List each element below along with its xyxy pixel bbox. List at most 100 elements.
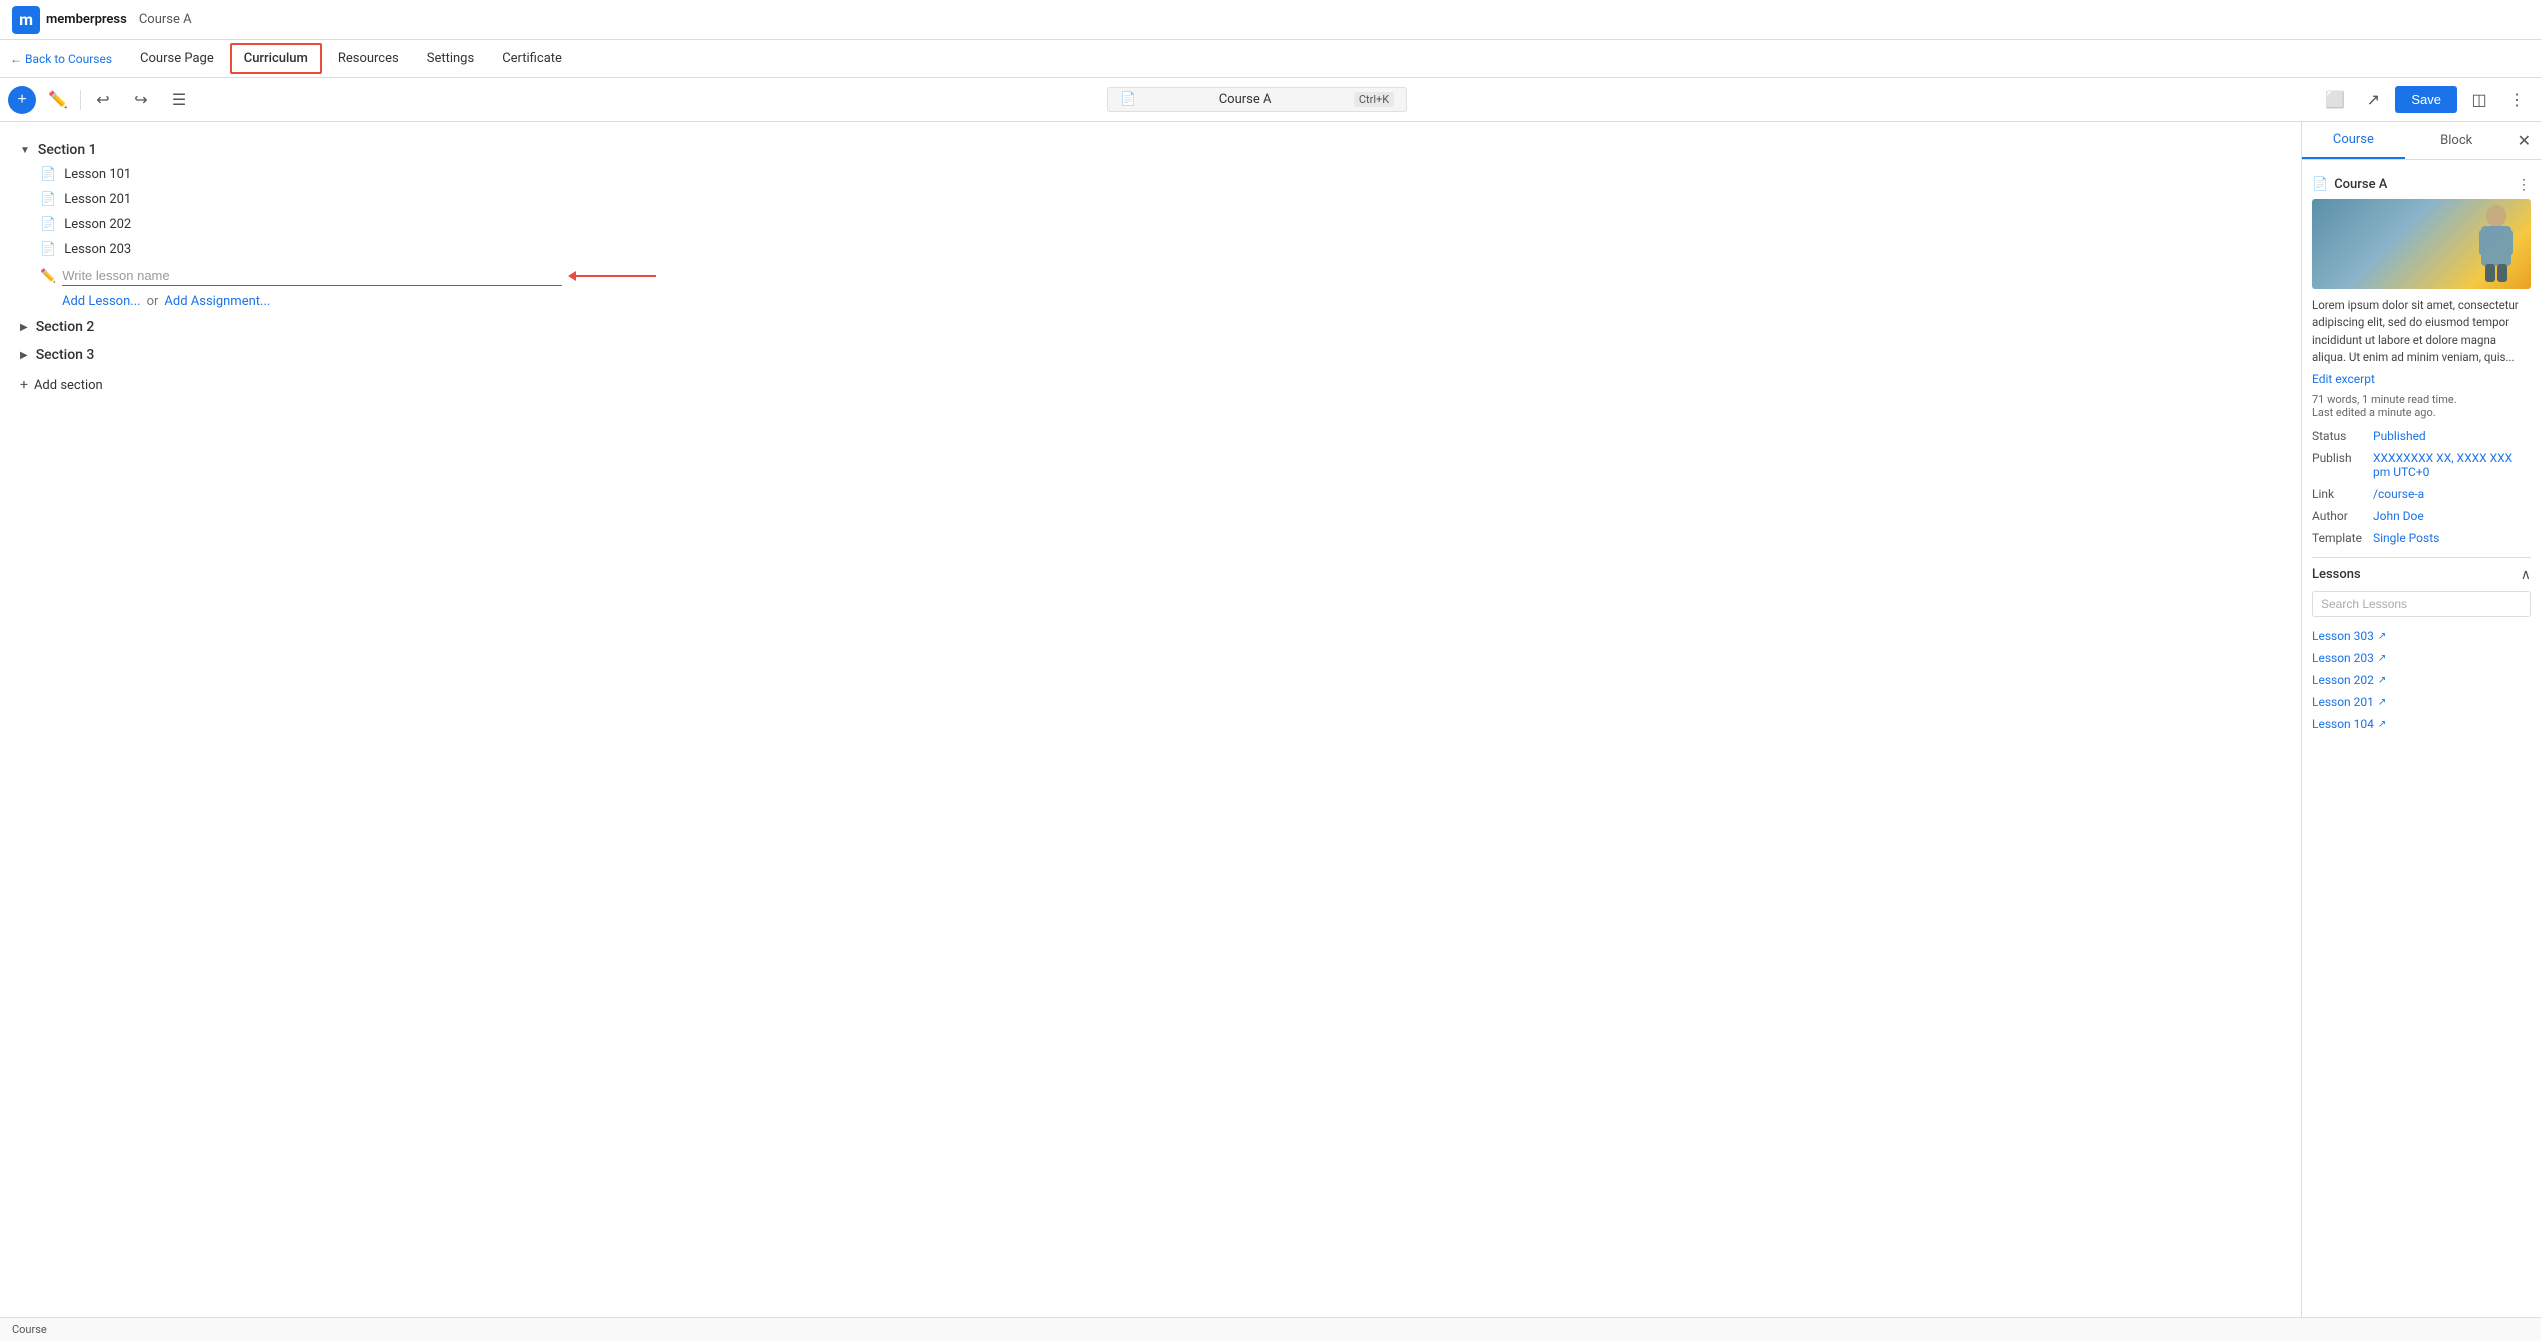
course-description: Lorem ipsum dolor sit amet, consectetur …	[2312, 297, 2531, 366]
section-1-header[interactable]: ▼ Section 1	[20, 138, 2281, 162]
lesson-doc-icon-201: 📄	[40, 192, 56, 207]
panel-tab-course[interactable]: Course	[2302, 122, 2405, 159]
course-title-field[interactable]: 📄 Course A Ctrl+K	[1107, 87, 1407, 112]
external-link-icon-201: ↗	[2378, 697, 2386, 708]
undo-button[interactable]: ↩	[87, 84, 119, 116]
meta-link: Link /course-a	[2312, 483, 2531, 505]
course-menu-button[interactable]: ⋮	[2517, 176, 2531, 193]
link-label: Link	[2312, 487, 2367, 501]
lesson-item-203[interactable]: 📄 Lesson 203	[40, 237, 2281, 262]
curriculum-area: ▼ Section 1 📄 Lesson 101 📄 Lesson 201 📄 …	[0, 122, 2301, 1317]
add-section-row[interactable]: + Add section	[20, 369, 2281, 401]
lesson-list-item-203b[interactable]: Lesson 203 ↗	[2312, 647, 2531, 669]
pencil-icon: ✏️	[40, 269, 56, 284]
section-2[interactable]: ▶ Section 2	[20, 313, 2281, 341]
external-link-icon-203: ↗	[2378, 653, 2386, 664]
lesson-list-item-202b[interactable]: Lesson 202 ↗	[2312, 669, 2531, 691]
status-value: Published	[2373, 429, 2426, 443]
logo-area: m memberpress Course A	[12, 6, 192, 34]
redo-button[interactable]: ↪	[125, 84, 157, 116]
more-options-button[interactable]: ⋮	[2501, 84, 2533, 116]
editor-toolbar: + ✏️ ↩ ↪ ☰ 📄 Course A Ctrl+K ⬜ ↗ Save ◫ …	[0, 78, 2541, 122]
meta-author: Author John Doe	[2312, 505, 2531, 527]
template-label: Template	[2312, 531, 2367, 545]
section-1: ▼ Section 1 📄 Lesson 101 📄 Lesson 201 📄 …	[20, 138, 2281, 313]
doc-icon: 📄	[1120, 92, 1136, 107]
lesson-item-202[interactable]: 📄 Lesson 202	[40, 212, 2281, 237]
lesson-104-label: Lesson 104	[2312, 717, 2374, 731]
lesson-201b-label: Lesson 201	[2312, 695, 2374, 709]
author-value[interactable]: John Doe	[2373, 509, 2424, 523]
lesson-list-item-104[interactable]: Lesson 104 ↗	[2312, 713, 2531, 735]
section-2-label: Section 2	[36, 319, 95, 335]
lessons-title: Lessons	[2312, 567, 2361, 582]
lessons-section: Lessons ∧ Lesson 303 ↗ Lesson 203 ↗ Less…	[2312, 557, 2531, 735]
tab-curriculum[interactable]: Curriculum	[230, 43, 322, 74]
course-doc-icon: 📄	[2312, 177, 2328, 192]
meta-status: Status Published	[2312, 425, 2531, 447]
add-assignment-link[interactable]: Add Assignment...	[164, 294, 270, 309]
lesson-list-item-303[interactable]: Lesson 303 ↗	[2312, 625, 2531, 647]
save-button[interactable]: Save	[2395, 86, 2457, 113]
tab-certificate[interactable]: Certificate	[490, 45, 574, 72]
lesson-203b-label: Lesson 203	[2312, 651, 2374, 665]
lesson-303-label: Lesson 303	[2312, 629, 2374, 643]
course-title-text: Course A	[1219, 92, 1272, 107]
course-thumbnail	[2312, 199, 2531, 289]
external-link-icon-303: ↗	[2378, 631, 2386, 642]
publish-value[interactable]: XXXXXXXX XX, XXXX XXX pm UTC+0	[2373, 451, 2531, 479]
panel-tab-block[interactable]: Block	[2405, 123, 2508, 158]
toolbar-right: ⬜ ↗ Save ◫ ⋮	[2319, 84, 2533, 116]
add-section-plus-icon: +	[20, 377, 28, 393]
template-value[interactable]: Single Posts	[2373, 531, 2439, 545]
lessons-collapse-button[interactable]: ∧	[2521, 566, 2531, 583]
lesson-name-input[interactable]	[62, 266, 562, 286]
tab-course-page[interactable]: Course Page	[128, 45, 226, 72]
tab-resources[interactable]: Resources	[326, 45, 411, 72]
add-block-button[interactable]: +	[8, 86, 36, 114]
link-value[interactable]: /course-a	[2373, 487, 2424, 501]
preview-icon-button[interactable]: ⬜	[2319, 84, 2351, 116]
sidebar-toggle-button[interactable]: ◫	[2463, 84, 2495, 116]
external-link-button[interactable]: ↗	[2357, 84, 2389, 116]
add-lesson-link[interactable]: Add Lesson...	[62, 294, 141, 309]
lesson-item-201[interactable]: 📄 Lesson 201	[40, 187, 2281, 212]
status-label: Status	[2312, 429, 2367, 443]
section-3-expand-arrow: ▶	[20, 350, 28, 361]
tab-settings[interactable]: Settings	[415, 45, 486, 72]
section-3-label: Section 3	[36, 347, 95, 363]
lesson-201-label: Lesson 201	[64, 192, 131, 207]
list-view-button[interactable]: ☰	[163, 84, 195, 116]
nav-tabs: ← Back to Courses Course Page Curriculum…	[0, 40, 2541, 78]
publish-label: Publish	[2312, 451, 2367, 465]
edit-excerpt-link[interactable]: Edit excerpt	[2312, 372, 2375, 386]
or-text: or	[147, 294, 159, 309]
lesson-203-label: Lesson 203	[64, 242, 131, 257]
lesson-item-101[interactable]: 📄 Lesson 101	[40, 162, 2281, 187]
logo-icon: m	[12, 6, 40, 34]
main-layout: ▼ Section 1 📄 Lesson 101 📄 Lesson 201 📄 …	[0, 122, 2541, 1317]
section-2-expand-arrow: ▶	[20, 322, 28, 333]
back-to-courses-link[interactable]: ← Back to Courses	[10, 52, 112, 66]
panel-body: 📄 Course A ⋮ Lorem ipsum dolor sit amet,…	[2302, 160, 2541, 745]
lesson-list-item-201b[interactable]: Lesson 201 ↗	[2312, 691, 2531, 713]
lesson-doc-icon-202: 📄	[40, 217, 56, 232]
meta-template: Template Single Posts	[2312, 527, 2531, 549]
external-link-icon-202: ↗	[2378, 675, 2386, 686]
edit-icon-button[interactable]: ✏️	[42, 84, 74, 116]
meta-publish: Publish XXXXXXXX XX, XXXX XXX pm UTC+0	[2312, 447, 2531, 483]
brand-name: memberpress	[46, 12, 127, 27]
panel-tabs: Course Block ✕	[2302, 122, 2541, 160]
lesson-202b-label: Lesson 202	[2312, 673, 2374, 687]
toolbar-divider-1	[80, 90, 81, 110]
search-lessons-input[interactable]	[2312, 591, 2531, 617]
right-panel: Course Block ✕ 📄 Course A ⋮	[2301, 122, 2541, 1317]
section-3[interactable]: ▶ Section 3	[20, 341, 2281, 369]
top-bar: m memberpress Course A	[0, 0, 2541, 40]
section-1-collapse-arrow: ▼	[20, 145, 30, 156]
shortcut-badge: Ctrl+K	[1354, 92, 1394, 107]
section-1-content: 📄 Lesson 101 📄 Lesson 201 📄 Lesson 202 📄…	[40, 162, 2281, 313]
header-course-title: Course A	[139, 12, 192, 27]
lesson-202-label: Lesson 202	[64, 217, 131, 232]
panel-close-button[interactable]: ✕	[2508, 123, 2541, 158]
